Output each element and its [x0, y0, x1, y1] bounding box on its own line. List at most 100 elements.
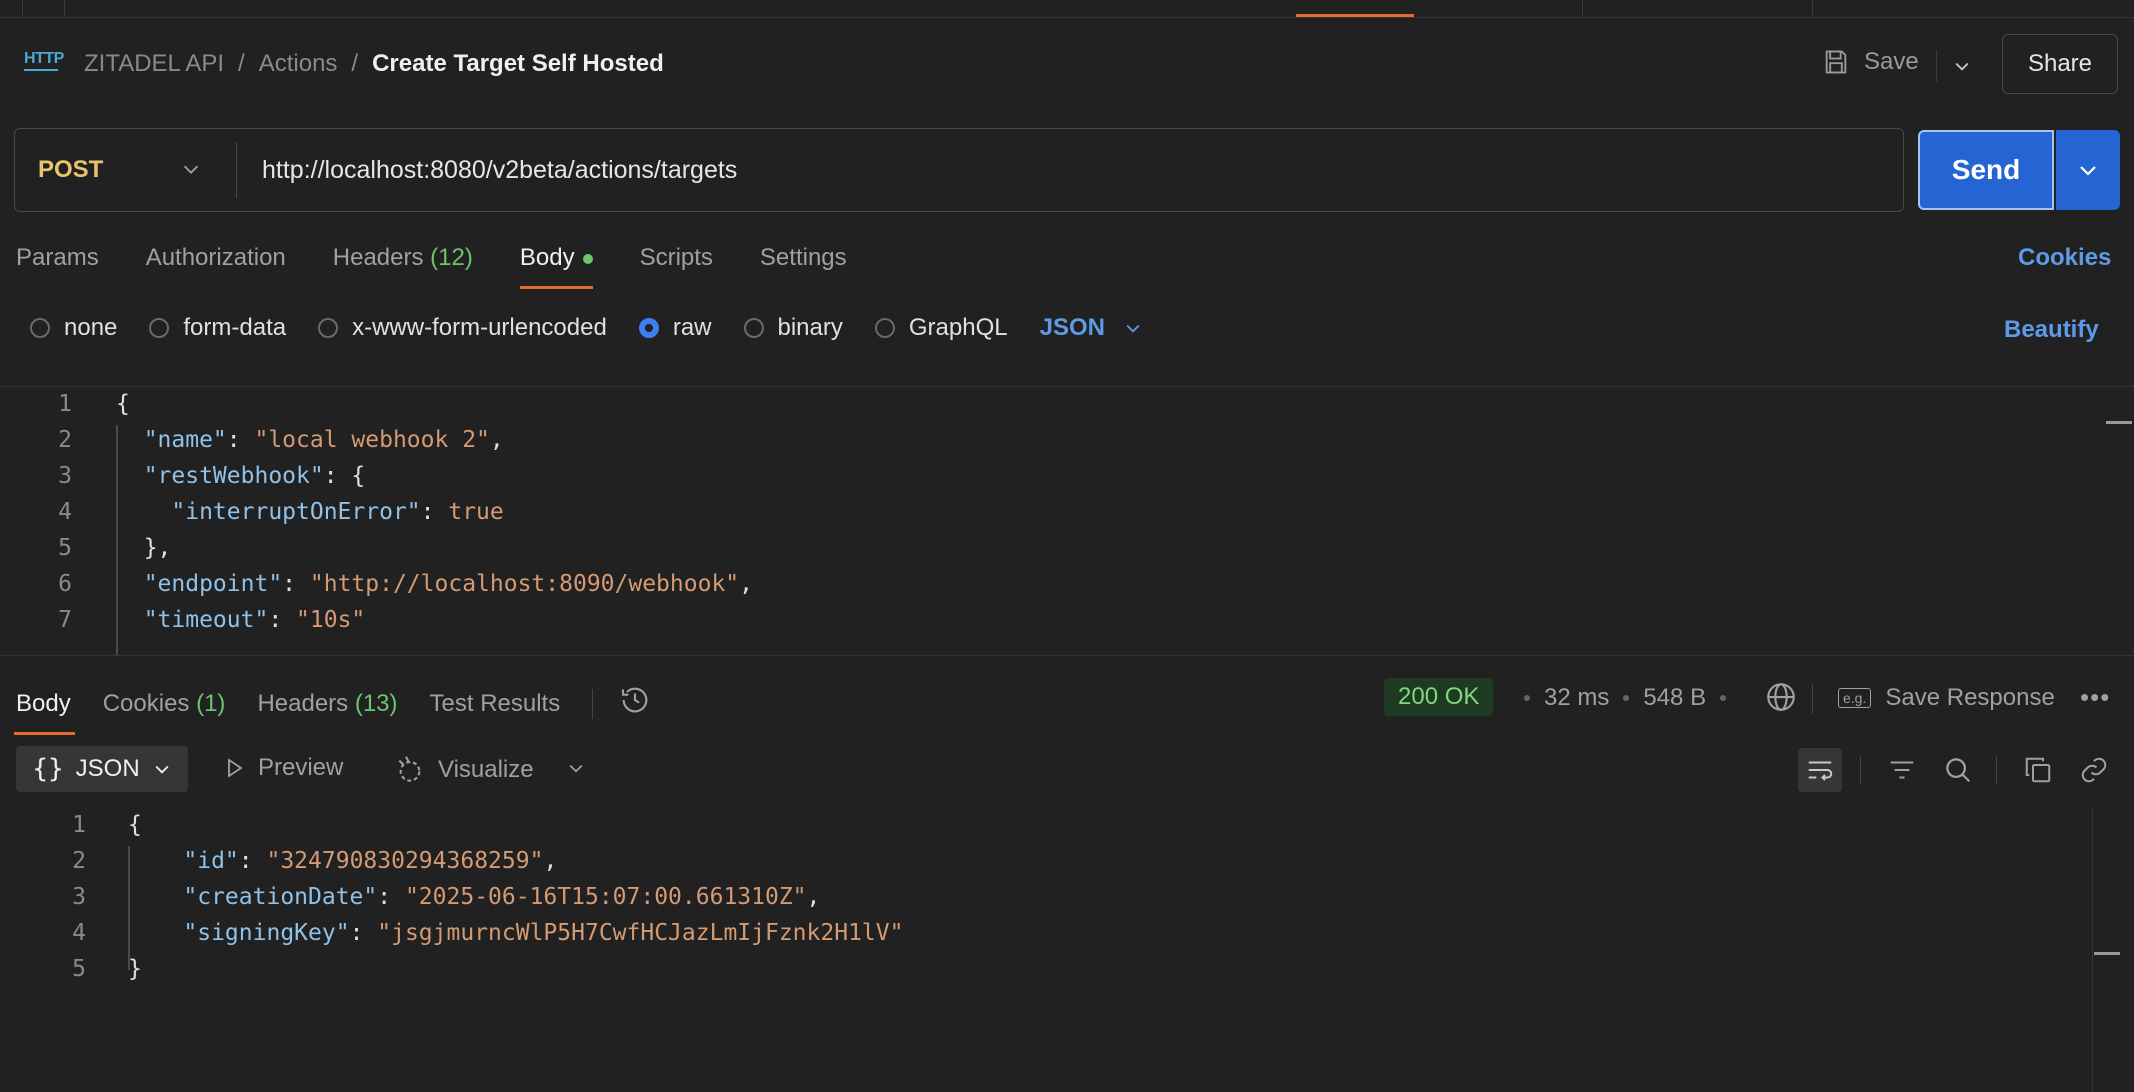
- tab-divider: [1582, 0, 1583, 17]
- response-tab-cookies[interactable]: Cookies (1): [103, 690, 226, 718]
- tab-params[interactable]: Params: [16, 244, 99, 272]
- line-number: 3: [72, 884, 86, 910]
- radio-x-www-form-urlencoded[interactable]: x-www-form-urlencoded: [318, 314, 607, 342]
- code-token: :: [349, 920, 378, 946]
- radio-form-data[interactable]: form-data: [149, 314, 286, 342]
- radio-label: x-www-form-urlencoded: [352, 314, 607, 341]
- save-button[interactable]: Save: [1822, 48, 1919, 76]
- breadcrumb-collection[interactable]: ZITADEL API: [84, 50, 224, 78]
- response-tab-test-results[interactable]: Test Results: [430, 690, 561, 718]
- request-bar-divider: [236, 142, 237, 198]
- code-token: "2025-06-16T15:07:00.661310Z": [404, 884, 807, 910]
- code-line: "name": "local webhook 2",: [116, 427, 504, 463]
- code-token: "local webhook 2": [254, 427, 490, 453]
- response-size[interactable]: 548 B: [1643, 684, 1706, 712]
- link-button[interactable]: [2072, 748, 2116, 792]
- response-format-label: JSON: [75, 755, 140, 782]
- tab-settings[interactable]: Settings: [760, 244, 847, 272]
- response-tab-headers[interactable]: Headers (13): [257, 690, 397, 718]
- code-token: "endpoint": [116, 571, 283, 597]
- visualize-dropdown[interactable]: [566, 758, 586, 783]
- tab-label: Headers: [257, 689, 349, 717]
- code-line: "creationDate": "2025-06-16T15:07:00.661…: [128, 884, 820, 920]
- code-token: },: [116, 535, 172, 561]
- code-token: : {: [323, 463, 366, 489]
- breadcrumb: ZITADEL API / Actions / Create Target Se…: [84, 50, 664, 78]
- tab-label: Body: [16, 689, 71, 717]
- code-token: }: [128, 956, 142, 982]
- tab-label: Scripts: [639, 244, 713, 271]
- tab-label: Params: [16, 244, 99, 271]
- code-line: {: [116, 391, 130, 427]
- code-line: "interruptOnError": true: [116, 499, 503, 535]
- save-icon: [1825, 50, 1847, 74]
- divider: [1812, 684, 1813, 714]
- beautify-button[interactable]: Beautify: [2004, 316, 2099, 344]
- tab-headers[interactable]: Headers (12): [333, 244, 473, 272]
- radio-circle: [743, 318, 764, 338]
- method-select[interactable]: POST: [38, 156, 103, 184]
- line-number: 2: [58, 427, 72, 453]
- send-options-dropdown[interactable]: [2056, 130, 2120, 210]
- code-line: "restWebhook": {: [116, 463, 366, 499]
- network-info-button[interactable]: [1764, 680, 1798, 719]
- wrap-lines-button[interactable]: [1798, 748, 1842, 792]
- code-token: :: [377, 884, 405, 910]
- save-options-dropdown[interactable]: [1936, 50, 1987, 82]
- response-format-select[interactable]: {} JSON: [16, 746, 188, 792]
- tab-divider: [1812, 0, 1813, 17]
- radio-none[interactable]: none: [30, 314, 117, 342]
- chevron-down-icon: [155, 765, 169, 774]
- share-button[interactable]: Share: [2002, 34, 2118, 94]
- modified-dot: [582, 253, 593, 264]
- scrollbar-thumb[interactable]: [2106, 421, 2132, 424]
- copy-button[interactable]: [2016, 748, 2060, 792]
- line-number: 1: [58, 391, 72, 417]
- code-token: :: [268, 607, 297, 633]
- tab-authorization[interactable]: Authorization: [146, 244, 286, 272]
- code-token: "324790830294368259": [266, 848, 544, 874]
- code-token: "interruptOnError": [116, 499, 421, 525]
- breadcrumb-folder[interactable]: Actions: [259, 50, 338, 78]
- tab-divider: [64, 0, 65, 17]
- code-token: :: [226, 427, 255, 453]
- request-title[interactable]: Create Target Self Hosted: [372, 50, 664, 78]
- line-number: 1: [72, 812, 86, 838]
- tab-label: Authorization: [145, 244, 286, 271]
- method-dropdown[interactable]: [180, 158, 202, 185]
- search-button[interactable]: [1936, 748, 1980, 792]
- tab-scripts[interactable]: Scripts: [640, 244, 713, 272]
- preview-label: Preview: [258, 754, 344, 781]
- response-time[interactable]: 32 ms: [1544, 684, 1609, 712]
- radio-graphql[interactable]: GraphQL: [874, 314, 1008, 342]
- radio-label: binary: [777, 314, 843, 341]
- save-response-button[interactable]: e.g. Save Response: [1838, 684, 2055, 712]
- url-input[interactable]: http://localhost:8080/v2beta/actions/tar…: [262, 156, 737, 185]
- history-button[interactable]: [619, 684, 651, 723]
- tab-label: Body: [519, 244, 575, 271]
- visualize-button[interactable]: Visualize: [394, 754, 534, 786]
- status-badge[interactable]: 200 OK: [1384, 678, 1494, 716]
- request-body-editor[interactable]: 1 {2 "name": "local webhook 2", 3 "restWeb…: [0, 386, 2134, 656]
- more-options-icon[interactable]: •••: [2080, 682, 2110, 713]
- tab-body[interactable]: Body: [519, 244, 593, 289]
- body-format-select[interactable]: JSON: [1040, 314, 1143, 342]
- save-response-label: Save Response: [1885, 684, 2055, 711]
- radio-label: none: [64, 314, 118, 341]
- preview-button[interactable]: Preview: [222, 754, 343, 782]
- cookies-link[interactable]: Cookies: [2018, 244, 2111, 272]
- body-format-label: JSON: [1039, 314, 1105, 341]
- separator-dot: [1623, 695, 1630, 701]
- radio-binary[interactable]: binary: [743, 314, 843, 342]
- history-icon: [622, 687, 648, 713]
- radio-raw[interactable]: raw: [638, 314, 712, 342]
- response-tab-body[interactable]: Body: [14, 689, 75, 735]
- code-token: "id": [128, 848, 239, 874]
- response-body-viewer[interactable]: 1 {2 "id": "324790830294368259", 3 "creati…: [0, 808, 2134, 1092]
- filter-button[interactable]: [1880, 748, 1924, 792]
- line-number: 2: [72, 848, 86, 874]
- send-button[interactable]: Send: [1918, 130, 2054, 210]
- scrollbar-thumb[interactable]: [2094, 952, 2120, 955]
- active-tab-indicator: [1296, 14, 1414, 17]
- globe-icon: [1767, 683, 1795, 711]
